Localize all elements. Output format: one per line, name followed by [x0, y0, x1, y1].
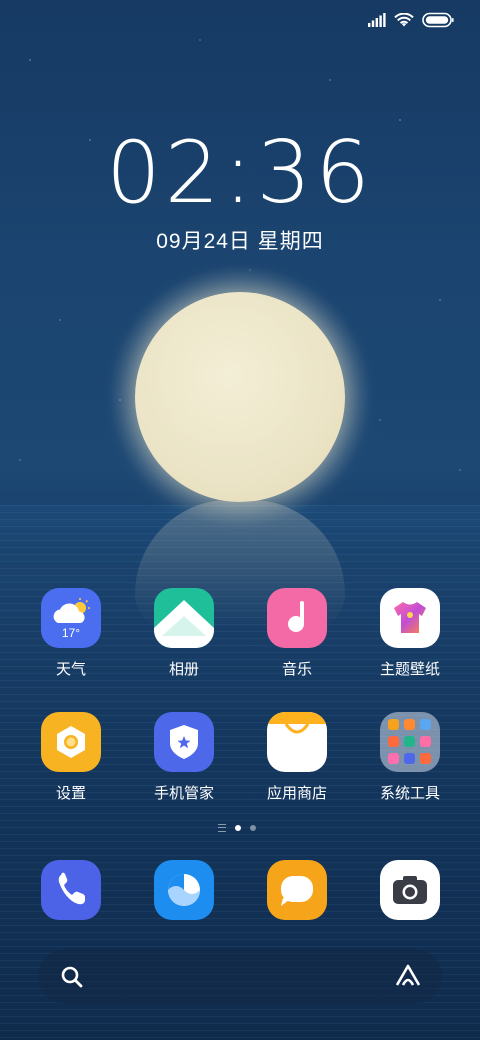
system-tools-folder-icon: [380, 712, 440, 772]
app-theme[interactable]: 主题壁纸: [365, 588, 455, 679]
folder-system-tools[interactable]: 系统工具: [365, 712, 455, 803]
app-label: 天气: [55, 661, 86, 678]
dock-browser[interactable]: [139, 860, 229, 920]
gallery-icon: [154, 588, 214, 648]
app-gallery[interactable]: 相册: [139, 588, 229, 679]
lock-clock[interactable]: 02:36: [0, 128, 480, 218]
app-label: 相册: [168, 661, 199, 678]
app-security[interactable]: 手机管家: [139, 712, 229, 803]
app-label: 主题壁纸: [379, 661, 440, 678]
theme-icon: [380, 588, 440, 648]
dock-camera[interactable]: [365, 860, 455, 920]
dock-messages[interactable]: [252, 860, 342, 920]
app-settings[interactable]: 设置: [26, 712, 116, 803]
page-indicator[interactable]: [218, 824, 256, 832]
app-label: 设置: [55, 785, 86, 802]
page-dot-active[interactable]: [235, 825, 241, 831]
settings-icon: [41, 712, 101, 772]
dock-phone[interactable]: [26, 860, 116, 920]
browser-icon: [154, 860, 214, 920]
music-icon: [267, 588, 327, 648]
camera-icon: [380, 860, 440, 920]
wifi-icon: [394, 12, 414, 28]
app-label: 应用商店: [266, 785, 327, 802]
app-music[interactable]: 音乐: [252, 588, 342, 679]
status-bar: [368, 10, 454, 30]
security-icon: [154, 712, 214, 772]
drawer-icon[interactable]: [218, 824, 226, 832]
app-store[interactable]: 应用商店: [252, 712, 342, 803]
battery-icon: [422, 12, 454, 28]
messages-icon: [267, 860, 327, 920]
app-label: 音乐: [281, 661, 312, 678]
weather-temperature: 17°: [61, 626, 81, 640]
lock-date[interactable]: 09月24日 星期四: [0, 225, 480, 255]
app-label: 系统工具: [379, 785, 440, 802]
app-store-icon: [267, 712, 327, 772]
signal-bars-icon: [368, 13, 386, 27]
assistant-icon[interactable]: [394, 963, 422, 994]
app-label: 手机管家: [153, 785, 214, 802]
moon: [135, 292, 345, 502]
weather-icon: 17°: [41, 588, 101, 648]
page-dot[interactable]: [250, 825, 256, 831]
search-bar[interactable]: [38, 949, 442, 1004]
phone-icon: [41, 860, 101, 920]
search-icon[interactable]: [60, 965, 84, 994]
app-weather[interactable]: 17° 天气: [26, 588, 116, 679]
